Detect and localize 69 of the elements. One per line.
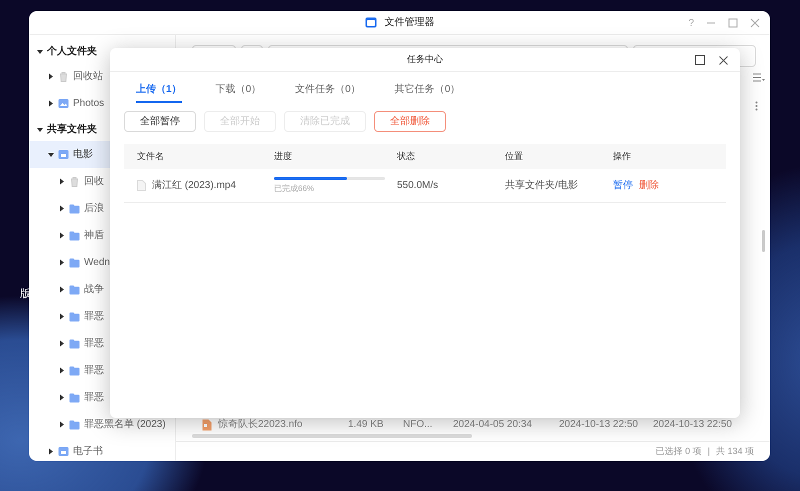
file-location: 共享文件夹/电影 <box>504 178 579 193</box>
file-name: 满江红 (2023).mp4 <box>152 178 236 193</box>
folder-icon <box>364 17 376 28</box>
scrollbar[interactable] <box>762 230 765 252</box>
caret-icon <box>48 151 54 158</box>
window-title: 文件管理器 <box>384 16 434 30</box>
column-header: 操作 <box>612 150 632 163</box>
folder-icon <box>69 338 80 349</box>
caret-icon <box>37 48 43 54</box>
column-header: 进度 <box>273 150 293 163</box>
caret-icon <box>48 73 54 80</box>
column-header: 状态 <box>396 150 416 163</box>
caret-icon <box>59 259 65 266</box>
folder-icon <box>69 230 80 241</box>
caret-icon <box>59 205 65 212</box>
folder-icon <box>69 203 80 214</box>
caret-icon <box>37 126 43 132</box>
caret-icon <box>59 286 65 293</box>
action-button[interactable]: 全部暂停 <box>124 111 196 132</box>
delete-link[interactable]: 删除 <box>639 178 659 193</box>
caret-icon <box>59 232 65 239</box>
file-date: 2024-10-13 22:50 <box>653 419 732 431</box>
column-header: 文件名 <box>136 150 165 163</box>
folder-icon <box>69 284 80 295</box>
file-name: 惊奇队长22023.nfo <box>218 419 304 431</box>
transfer-speed: 550.0M/s <box>396 179 440 193</box>
trash-icon <box>58 71 69 82</box>
file-icon <box>137 180 146 191</box>
separator: | <box>708 444 710 458</box>
caret-icon <box>48 100 54 107</box>
tab[interactable]: 其它任务（0） <box>394 82 460 103</box>
file-date: 2024-04-05 20:34 <box>453 419 533 431</box>
tab[interactable]: 上传（1） <box>136 82 182 103</box>
shared-folder-icon <box>58 446 69 457</box>
folder-icon <box>69 419 80 430</box>
tab[interactable]: 下载（0） <box>216 82 262 103</box>
caret-icon <box>59 313 65 320</box>
more-icon <box>755 101 758 111</box>
folder-icon <box>69 392 80 403</box>
caret-icon <box>59 394 65 401</box>
trash-icon <box>69 176 80 187</box>
folder-icon <box>69 311 80 322</box>
caret-icon <box>59 340 65 347</box>
file-size: 1.49 KB <box>348 419 385 431</box>
caret-icon <box>59 367 65 374</box>
folder-icon <box>69 257 80 268</box>
sidebar-item[interactable]: 电子书 <box>29 438 175 461</box>
caret-icon <box>59 178 65 185</box>
progress-label: 已完成66% <box>274 182 316 194</box>
folder-icon <box>69 365 80 376</box>
maximize-icon <box>695 55 705 65</box>
caret-icon <box>48 448 54 455</box>
column-header: 位置 <box>504 150 524 163</box>
sidebar-item[interactable]: 罪恶黑名单 (2023) <box>29 411 175 438</box>
pause-link[interactable]: 暂停 <box>613 178 633 193</box>
list-view-icon <box>753 73 765 83</box>
picture-folder-icon <box>58 98 69 109</box>
shared-folder-icon <box>58 149 69 160</box>
tab[interactable]: 文件任务（0） <box>295 82 361 103</box>
file-type: NFO... <box>403 419 434 431</box>
maximize-icon <box>728 18 738 28</box>
selection-count: 已选择 0 项 <box>656 444 702 458</box>
item-count: 共 134 项 <box>716 444 754 458</box>
delete-all-button[interactable]: 全部删除 <box>374 111 446 132</box>
dialog-title: 任务中心 <box>407 52 443 66</box>
file-date: 2024-10-13 22:50 <box>559 419 639 431</box>
close-icon <box>750 18 760 28</box>
caret-icon <box>59 421 65 428</box>
close-icon <box>719 56 728 64</box>
